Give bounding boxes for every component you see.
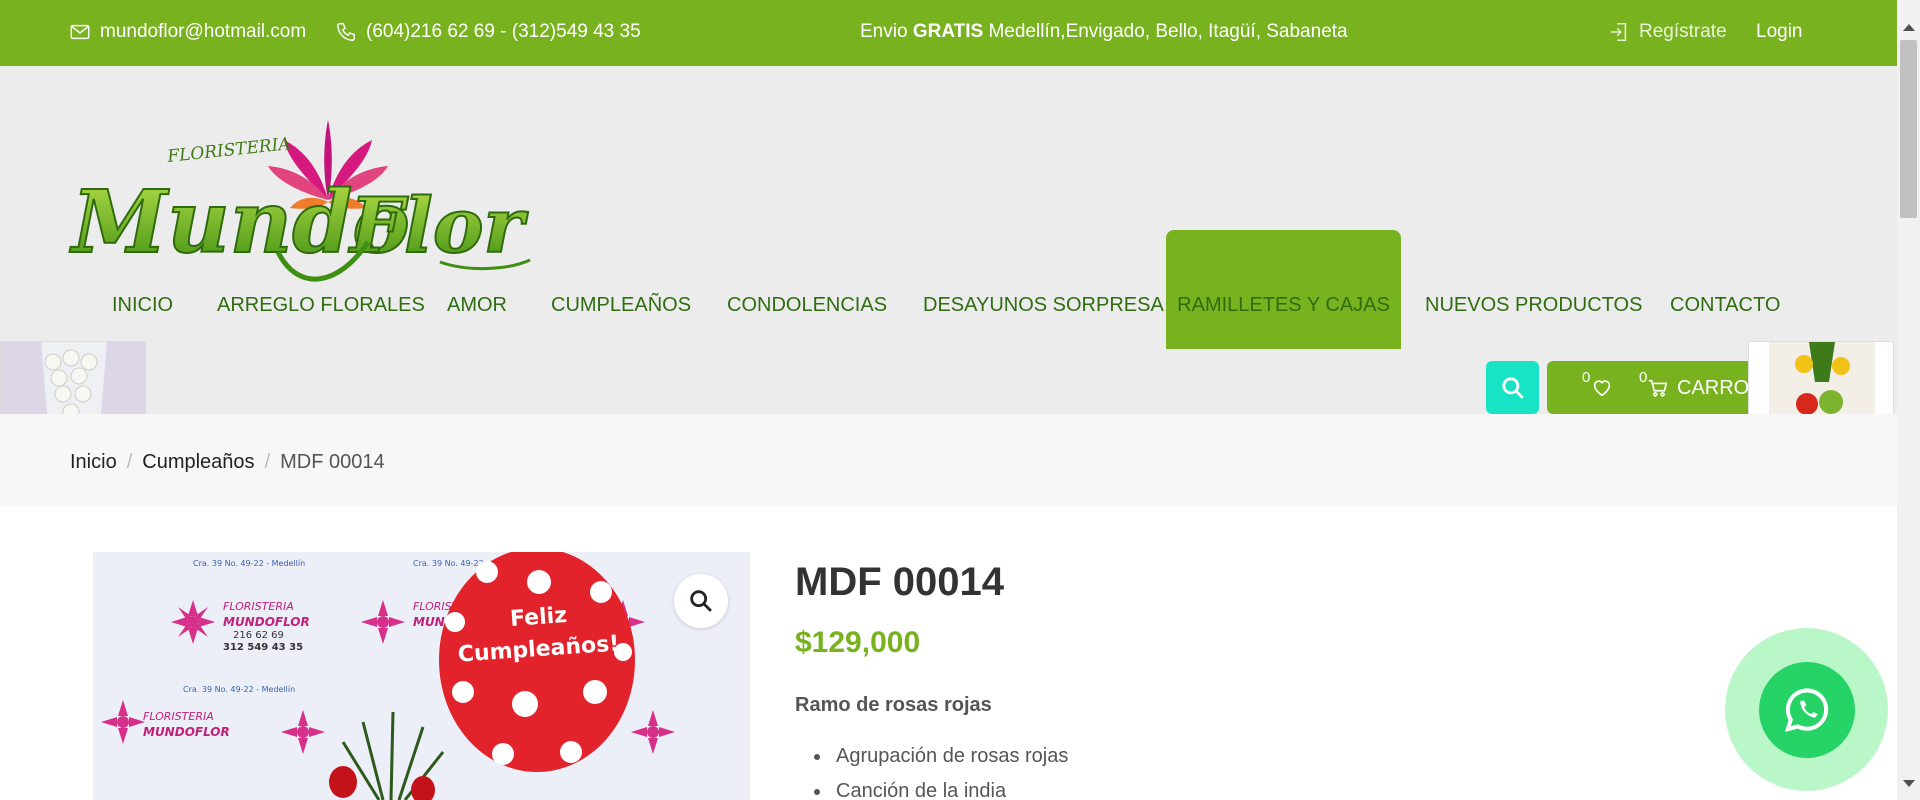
scroll-thumb[interactable] bbox=[1900, 40, 1917, 218]
heart-icon[interactable] bbox=[1591, 377, 1613, 399]
svg-text:312 549 43 35: 312 549 43 35 bbox=[223, 642, 303, 653]
whatsapp-button[interactable] bbox=[1759, 662, 1855, 758]
scroll-up-arrow[interactable] bbox=[1903, 24, 1915, 31]
nav-item-contacto[interactable]: CONTACTO bbox=[1670, 230, 1780, 349]
nav-item-arreglo-florales[interactable]: ARREGLO FLORALES bbox=[217, 230, 425, 349]
breadcrumb-current: MDF 00014 bbox=[280, 451, 385, 473]
nav-item-condolencias[interactable]: CONDOLENCIAS bbox=[727, 230, 887, 349]
phone-icon bbox=[337, 23, 355, 41]
nav-item-desayunos-sorpresa[interactable]: DESAYUNOS SORPRESA bbox=[923, 230, 1164, 349]
main-nav: INICIO ARREGLO FLORALES AMOR CUMPLEAÑOS … bbox=[0, 230, 1897, 349]
cart-label: CARRO bbox=[1677, 377, 1750, 399]
search-icon bbox=[1501, 376, 1524, 399]
breadcrumb-category[interactable]: Cumpleaños bbox=[142, 451, 254, 474]
product-price: $129,000 bbox=[795, 626, 921, 659]
breadcrumb-home[interactable]: Inicio bbox=[70, 451, 117, 474]
svg-text:Cra. 39 No. 49-22 - Medellín: Cra. 39 No. 49-22 - Medellín bbox=[193, 559, 305, 568]
svg-text:216 62 69: 216 62 69 bbox=[233, 630, 284, 641]
product-subtitle: Ramo de rosas rojas bbox=[795, 694, 992, 716]
shipping-prefix: Envio bbox=[860, 21, 908, 42]
svg-text:Feliz: Feliz bbox=[509, 603, 568, 632]
contact-email[interactable]: mundoflor@hotmail.com bbox=[69, 21, 306, 43]
nav-item-nuevos-productos[interactable]: NUEVOS PRODUCTOS bbox=[1425, 230, 1642, 349]
svg-text:MUNDOFLOR: MUNDOFLOR bbox=[143, 725, 230, 739]
page-scrollbar[interactable] bbox=[1897, 0, 1920, 800]
zoom-button[interactable] bbox=[674, 574, 728, 628]
svg-text:Cra. 39 No. 49-22 - Medellín: Cra. 39 No. 49-22 - Medellín bbox=[183, 685, 295, 694]
breadcrumb: Inicio / Cumpleaños / MDF 00014 bbox=[70, 451, 385, 474]
breadcrumb-band: Inicio / Cumpleaños / MDF 00014 bbox=[0, 414, 1897, 506]
top-bar: mundoflor@hotmail.com (604)216 62 69 - (… bbox=[0, 0, 1920, 66]
product-features: Agrupación de rosas rojas Canción de la … bbox=[832, 745, 1068, 800]
nav-item-inicio[interactable]: INICIO bbox=[112, 230, 173, 349]
svg-text:MUNDOFLOR: MUNDOFLOR bbox=[223, 615, 310, 629]
cart-bar[interactable]: 0 0 CARRO bbox=[1547, 361, 1777, 414]
nav-item-ramilletes-y-cajas[interactable]: RAMILLETES Y CAJAS bbox=[1166, 230, 1401, 349]
zoom-icon bbox=[690, 590, 712, 612]
svg-text:FLORISTERIA: FLORISTERIA bbox=[223, 600, 294, 613]
shipping-areas: Medellín,Envigado, Bello, Itagüí, Sabane… bbox=[988, 21, 1348, 42]
phone-text: (604)216 62 69 - (312)549 43 35 bbox=[366, 21, 641, 42]
register-link[interactable]: Regístrate bbox=[1608, 21, 1727, 43]
shipping-bold: GRATIS bbox=[912, 21, 984, 42]
shipping-notice: Envio GRATIS Medellín,Envigado, Bello, I… bbox=[860, 21, 1348, 43]
nav-item-cumpleanos[interactable]: CUMPLEAÑOS bbox=[551, 230, 691, 349]
search-button[interactable] bbox=[1486, 361, 1539, 414]
breadcrumb-separator: / bbox=[126, 451, 133, 473]
product-title: MDF 00014 bbox=[795, 560, 1004, 604]
contact-phone[interactable]: (604)216 62 69 - (312)549 43 35 bbox=[335, 21, 641, 43]
feature-item: Canción de la india bbox=[832, 780, 1068, 800]
scroll-down-arrow[interactable] bbox=[1903, 780, 1915, 787]
nav-item-amor[interactable]: AMOR bbox=[447, 230, 507, 349]
cart-icon[interactable] bbox=[1647, 377, 1669, 399]
mail-icon bbox=[70, 24, 90, 40]
login-icon bbox=[1610, 23, 1627, 41]
product-photo: FLORISTERIA MUNDOFLOR 216 62 69 312 549 … bbox=[93, 552, 750, 800]
svg-text:FLORISTERIA: FLORISTERIA bbox=[165, 134, 291, 167]
login-link[interactable]: Login bbox=[1756, 21, 1803, 43]
product-image[interactable]: FLORISTERIA MUNDOFLOR 216 62 69 312 549 … bbox=[93, 552, 750, 800]
wishlist-count: 0 bbox=[1582, 369, 1591, 386]
email-text: mundoflor@hotmail.com bbox=[100, 21, 307, 42]
login-text: Login bbox=[1756, 21, 1803, 42]
feature-item: Agrupación de rosas rojas bbox=[832, 745, 1068, 768]
breadcrumb-separator: / bbox=[264, 451, 271, 473]
whatsapp-icon bbox=[1784, 688, 1829, 733]
register-text: Regístrate bbox=[1639, 21, 1727, 42]
svg-text:FLORISTERIA: FLORISTERIA bbox=[143, 710, 214, 723]
